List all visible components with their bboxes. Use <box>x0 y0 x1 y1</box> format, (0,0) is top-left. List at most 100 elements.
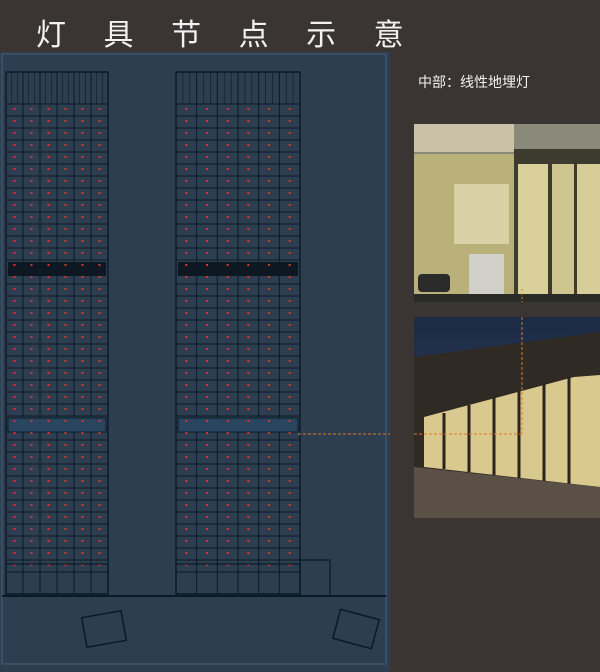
tower-left-light-marker <box>98 168 101 170</box>
tower-left-light-marker <box>98 408 101 410</box>
tower-left-light-marker <box>47 132 50 134</box>
tower-right-light-marker <box>185 516 188 518</box>
tower-right-light-marker <box>185 300 188 302</box>
tower-right-light-marker <box>206 276 208 278</box>
tower-right-light-marker <box>268 348 270 350</box>
tower-right-light-marker <box>206 336 208 338</box>
tower-left-light-marker <box>98 492 101 494</box>
tower-right-light-marker <box>247 480 250 482</box>
tower-right-light-marker <box>247 336 250 338</box>
tower-right-light-marker <box>247 444 250 446</box>
tower-left-light-marker <box>30 156 33 158</box>
tower-left-light-marker <box>47 372 50 374</box>
tower-left-light-marker <box>13 468 16 470</box>
tower-right-light-marker <box>288 120 291 122</box>
tower-right-light-marker <box>247 168 250 170</box>
tower-right-light-marker <box>226 156 229 158</box>
tower-left-light-marker <box>81 492 84 494</box>
tower-left-light-marker <box>64 492 67 494</box>
tower-right-light-marker <box>288 348 291 350</box>
tower-right-light-marker <box>226 348 229 350</box>
tower-left-light-marker <box>98 216 101 218</box>
tower-right-light-marker <box>268 432 270 434</box>
tower-right-light-marker <box>247 516 250 518</box>
tower-right-light-marker <box>268 312 270 314</box>
tower-left-light-marker <box>98 312 101 314</box>
tower-right-light-marker <box>206 408 208 410</box>
elevation-svg <box>1 53 390 665</box>
tower-right-light-marker <box>206 324 208 326</box>
photo-plaza-night <box>414 317 600 518</box>
tower-right-light-marker <box>226 288 229 290</box>
tower-left-light-marker <box>47 108 50 110</box>
tower-left-light-marker <box>30 288 33 290</box>
tower-left-light-marker <box>47 264 50 266</box>
tower-left-light-marker <box>30 408 33 410</box>
tower-right-light-marker <box>268 300 270 302</box>
tower-left-light-marker <box>81 216 84 218</box>
tower-left-light-marker <box>13 300 16 302</box>
tower-right-light-marker <box>268 216 270 218</box>
tower-left-light-marker <box>47 240 50 242</box>
tower-right-light-marker <box>288 192 291 194</box>
tower-left-light-marker <box>81 240 84 242</box>
tower-right-light-marker <box>185 504 188 506</box>
tower-right-light-marker <box>226 456 229 458</box>
tower-left-light-marker <box>30 240 33 242</box>
tower-right-light-marker <box>226 168 229 170</box>
tower-left-light-marker <box>13 132 16 134</box>
tower-left-light-marker <box>64 348 67 350</box>
tower-right-light-marker <box>247 276 250 278</box>
tower-right-light-marker <box>288 372 291 374</box>
section-label: 中部：线性地埋灯 <box>418 75 530 91</box>
tower-left-light-marker <box>81 456 84 458</box>
tower-right-light-marker <box>268 252 270 254</box>
tower-left-light-marker <box>13 168 16 170</box>
tower-right-light-marker <box>288 528 291 530</box>
tower-left-light-marker <box>30 480 33 482</box>
tower-right-light-marker <box>206 252 208 254</box>
tower-left-light-marker <box>64 228 67 230</box>
tower-left-light-marker <box>30 252 33 254</box>
tower-right-light-marker <box>247 240 250 242</box>
tower-right-light-marker <box>185 372 188 374</box>
tower-left-light-marker <box>81 192 84 194</box>
tower-left-light-marker <box>81 528 84 530</box>
tower-left-light-marker <box>47 288 50 290</box>
tower-left-light-marker <box>64 312 67 314</box>
tower-left-light-marker <box>81 480 84 482</box>
tower-left-light-marker <box>98 192 101 194</box>
tower-left-light-marker <box>81 288 84 290</box>
tower-right-light-marker <box>206 456 208 458</box>
tower-right-light-marker <box>268 480 270 482</box>
tower-left-light-marker <box>98 456 101 458</box>
tower-left-light-marker <box>81 276 84 278</box>
tower-right-light-marker <box>247 192 250 194</box>
tower-right-light-marker <box>185 492 188 494</box>
tower-right-light-marker <box>268 288 270 290</box>
tower-left-light-marker <box>13 444 16 446</box>
tower-left-light-marker <box>64 480 67 482</box>
tower-right-light-marker <box>288 264 291 266</box>
tower-left-light-marker <box>98 552 101 554</box>
tower-right-light-marker <box>288 156 291 158</box>
tower-left-light-marker <box>98 180 101 182</box>
tower-left-light-marker <box>81 396 84 398</box>
tower-right-light-marker <box>247 456 250 458</box>
tower-right-light-marker <box>226 180 229 182</box>
tower-right-light-marker <box>226 372 229 374</box>
tower-left-light-marker <box>13 144 16 146</box>
tower-right-light-marker <box>268 168 270 170</box>
tower-right-light-marker <box>206 504 208 506</box>
tower-right-light-marker <box>185 396 188 398</box>
tower-right-band-upper <box>178 262 298 276</box>
tower-right-light-marker <box>206 444 208 446</box>
tower-left-light-marker <box>64 180 67 182</box>
tower-left-light-marker <box>98 504 101 506</box>
tower-right-light-marker <box>226 144 229 146</box>
tower-right-light-marker <box>288 312 291 314</box>
tower-left-light-marker <box>47 360 50 362</box>
tower-right-light-marker <box>185 156 188 158</box>
tower-right-light-marker <box>185 324 188 326</box>
tower-left-light-marker <box>47 120 50 122</box>
